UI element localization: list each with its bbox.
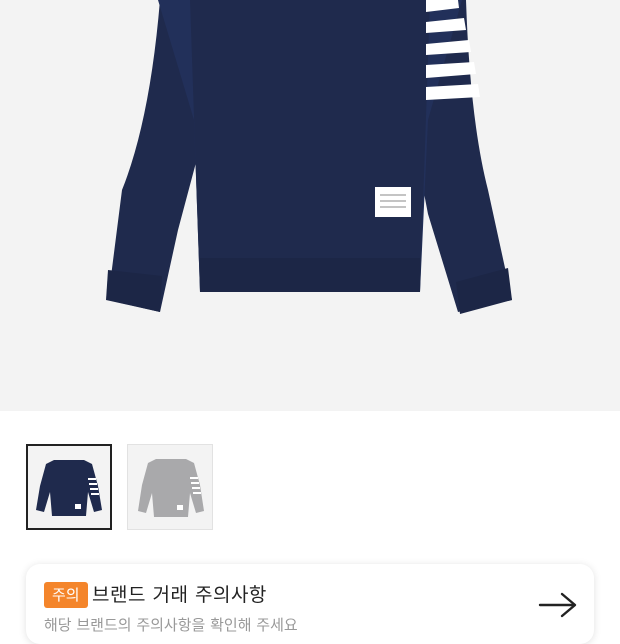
navy-sweatshirt-thumb-image — [28, 446, 110, 528]
arrow-right-icon[interactable] — [538, 592, 578, 618]
label-patch — [375, 187, 411, 217]
gray-sweatshirt-thumbnail[interactable] — [127, 444, 213, 530]
notice-badge: 주의 — [44, 582, 88, 608]
navy-sweatshirt-thumbnail[interactable] — [26, 444, 112, 530]
notice-title: 브랜드 거래 주의사항 — [92, 584, 267, 606]
product-main-image[interactable] — [0, 0, 620, 411]
notice-subtitle: 해당 브랜드의 주의사항을 확인해 주세요 — [44, 616, 298, 634]
brand-notice-card[interactable]: 주의 브랜드 거래 주의사항 해당 브랜드의 주의사항을 확인해 주세요 — [26, 564, 594, 644]
sweatshirt-illustration — [106, 0, 512, 314]
gray-sweatshirt-thumb-image — [128, 445, 212, 529]
